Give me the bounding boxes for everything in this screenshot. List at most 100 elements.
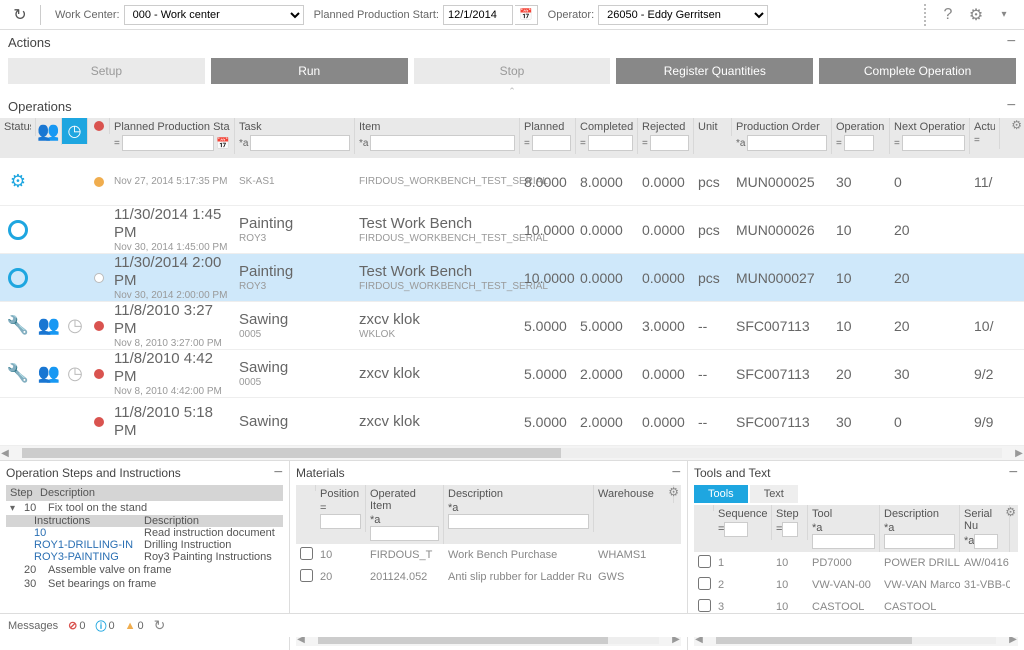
- refresh-small-icon[interactable]: ↻: [154, 617, 166, 634]
- status-dot-empty: [94, 273, 104, 283]
- table-row[interactable]: 🔧👥◷11/8/2010 3:27 PMNov 8, 2010 3:27:00 …: [0, 302, 1024, 350]
- planned-start-input[interactable]: [443, 5, 513, 25]
- operator-select[interactable]: 26050 - Eddy Gerritsen: [598, 5, 768, 25]
- table-row[interactable]: 11/8/2010 5:18 PMSawingzxcv klok5.00002.…: [0, 398, 1024, 446]
- run-button[interactable]: Run: [211, 58, 408, 84]
- operations-grid: ⚙ Status 👥 ◷ Planned Production Start =📅…: [0, 118, 1024, 460]
- setup-button[interactable]: Setup: [8, 58, 205, 84]
- filter-item[interactable]: [370, 135, 515, 151]
- filter-operation[interactable]: [844, 135, 874, 151]
- filter-task[interactable]: [250, 135, 350, 151]
- steps-header: StepDescription: [6, 485, 283, 501]
- col-actual: Actu: [974, 121, 995, 133]
- filter-planned[interactable]: [532, 135, 571, 151]
- collapse-tools-button[interactable]: −: [1009, 465, 1018, 481]
- stop-button[interactable]: Stop: [414, 58, 611, 84]
- col-prod-order: Production Order: [736, 121, 827, 133]
- status-dot-red: [94, 369, 104, 379]
- filter-tools-ser[interactable]: [974, 534, 998, 549]
- people-icon: 👥: [38, 363, 60, 384]
- circle-icon: [8, 268, 28, 288]
- step-sub-row[interactable]: ROY3-PAINTINGRoy3 Painting Instructions: [6, 551, 283, 563]
- col-planned: Planned: [524, 121, 571, 133]
- status-dot-red: [94, 321, 104, 331]
- tools-grid-body: 110PD7000POWER DRILLAW/0416210VW-VAN-00V…: [694, 552, 1018, 618]
- filter-tools-seq[interactable]: [724, 522, 748, 537]
- filter-mat-item[interactable]: [370, 526, 439, 541]
- row-checkbox[interactable]: [698, 555, 711, 568]
- materials-grid-header: Position= Operated Item*a Description*a …: [296, 485, 681, 544]
- row-checkbox[interactable]: [300, 569, 313, 582]
- col-item: Item: [359, 121, 515, 133]
- wrench-icon: 🔧: [7, 315, 29, 336]
- list-item[interactable]: 210VW-VAN-00VW-VAN Marco31-VBB-0: [694, 574, 1018, 596]
- step-row[interactable]: 20Assemble valve on frame: [6, 563, 283, 577]
- tools-title: Tools and Text: [694, 466, 771, 480]
- clock-icon: ◷: [67, 363, 83, 384]
- filter-tools-desc[interactable]: [884, 534, 955, 549]
- complete-operation-button[interactable]: Complete Operation: [819, 58, 1016, 84]
- gear-icon: ⚙: [10, 171, 26, 192]
- collapse-actions-button[interactable]: −: [1007, 34, 1016, 50]
- table-row[interactable]: ⚙Nov 27, 2014 5:17:35 PMSK-AS1FIRDOUS_WO…: [0, 158, 1024, 206]
- calendar-icon[interactable]: 📅: [515, 5, 538, 25]
- step-sub-row[interactable]: 10Read instruction document: [6, 527, 283, 539]
- collapse-materials-button[interactable]: −: [672, 465, 681, 481]
- step-row[interactable]: ▾10Fix tool on the stand: [6, 501, 283, 515]
- row-checkbox[interactable]: [698, 577, 711, 590]
- actions-row: Setup Run Stop Register Quantities Compl…: [0, 54, 1024, 88]
- list-item[interactable]: 110PD7000POWER DRILLAW/0416: [694, 552, 1018, 574]
- filter-next-op[interactable]: [902, 135, 965, 151]
- actions-header: Actions −: [0, 30, 1024, 54]
- refresh-button[interactable]: ↻: [8, 3, 32, 27]
- info-count[interactable]: ⓘ0: [95, 618, 114, 634]
- row-checkbox[interactable]: [300, 547, 313, 560]
- register-quantities-button[interactable]: Register Quantities: [616, 58, 813, 84]
- tools-tabs: Tools Text: [694, 485, 1018, 503]
- col-next-op: Next Operation: [894, 121, 965, 133]
- col-rejected: Rejected: [642, 121, 689, 133]
- filter-tools-step[interactable]: [782, 522, 798, 537]
- collapse-operations-button[interactable]: −: [1007, 98, 1016, 114]
- col-dot-icon: [88, 118, 110, 134]
- warning-count[interactable]: ▲0: [125, 620, 144, 632]
- tools-settings-icon[interactable]: ⚙: [1005, 505, 1016, 519]
- list-item[interactable]: 20201124.052Anti slip rubber for Ladder …: [296, 566, 681, 588]
- cal-small-icon[interactable]: 📅: [216, 137, 230, 150]
- list-item[interactable]: 10FIRDOUS_TWork Bench PurchaseWHAMS1: [296, 544, 681, 566]
- wrench-icon: 🔧: [7, 363, 29, 384]
- chevron-down-icon[interactable]: ▾: [992, 3, 1016, 27]
- col-status: Status: [4, 121, 31, 133]
- filter-tools-tool[interactable]: [812, 534, 875, 549]
- help-icon[interactable]: ?: [936, 3, 960, 27]
- table-row[interactable]: 🔧👥◷11/8/2010 4:42 PMNov 8, 2010 4:42:00 …: [0, 350, 1024, 398]
- filter-completed[interactable]: [588, 135, 633, 151]
- error-count[interactable]: ⊘0: [68, 619, 85, 632]
- step-row[interactable]: 30Set bearings on frame: [6, 577, 283, 591]
- filter-rejected[interactable]: [650, 135, 689, 151]
- table-row[interactable]: 11/30/2014 1:45 PMNov 30, 2014 1:45:00 P…: [0, 206, 1024, 254]
- work-center-select[interactable]: 000 - Work center: [124, 5, 304, 25]
- tab-text[interactable]: Text: [750, 485, 798, 503]
- filter-mat-desc[interactable]: [448, 514, 589, 529]
- materials-settings-icon[interactable]: ⚙: [668, 485, 679, 499]
- grid-settings-icon[interactable]: ⚙: [1011, 118, 1022, 132]
- step-sub-row[interactable]: ROY1-DRILLING-INDrilling Instruction: [6, 539, 283, 551]
- clock-icon: ◷: [67, 315, 83, 336]
- row-checkbox[interactable]: [698, 599, 711, 612]
- filter-mat-pos[interactable]: [320, 514, 361, 529]
- filter-planned-start[interactable]: [122, 135, 214, 151]
- col-people-icon[interactable]: 👥: [36, 118, 62, 145]
- materials-grid-body: 10FIRDOUS_TWork Bench PurchaseWHAMS12020…: [296, 544, 681, 588]
- status-dot-orange: [94, 177, 104, 187]
- col-task: Task: [239, 121, 350, 133]
- col-operation: Operation: [836, 121, 885, 133]
- operations-scrollbar[interactable]: ◀▶: [0, 446, 1024, 460]
- tab-tools[interactable]: Tools: [694, 485, 748, 503]
- table-row[interactable]: 11/30/2014 2:00 PMNov 30, 2014 2:00:00 P…: [0, 254, 1024, 302]
- collapse-steps-button[interactable]: −: [274, 465, 283, 481]
- gear-icon[interactable]: ⚙: [964, 3, 988, 27]
- filter-prod-order[interactable]: [747, 135, 827, 151]
- col-clock-icon[interactable]: ◷: [62, 118, 88, 144]
- col-completed: Completed: [580, 121, 633, 133]
